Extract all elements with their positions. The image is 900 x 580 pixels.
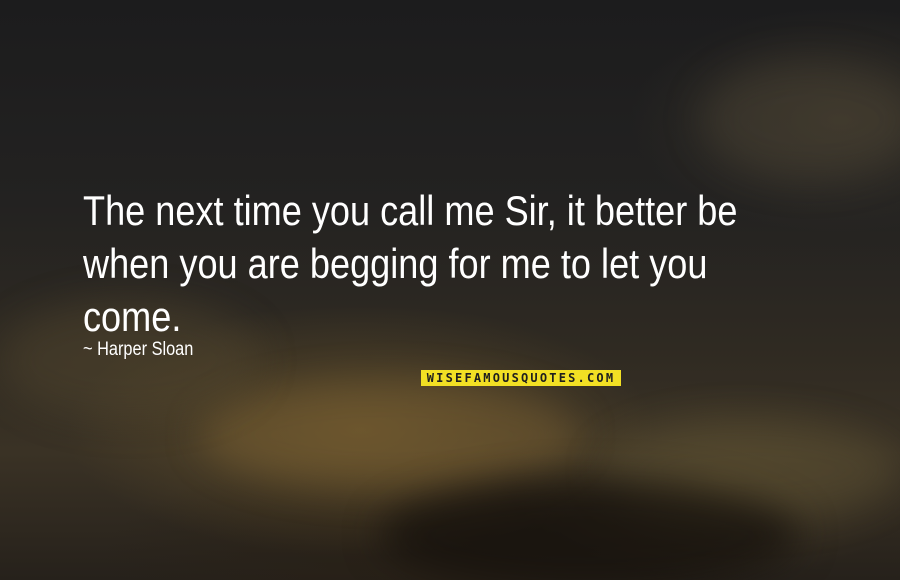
cloud-shape xyxy=(700,60,900,180)
cloud-shape xyxy=(200,380,580,490)
quote-line: The next time you call me Sir, it better… xyxy=(83,187,738,234)
quote-line: when you are begging for me to let you xyxy=(83,240,708,287)
quote-line: come. xyxy=(83,293,182,340)
quote-author: ~ Harper Sloan xyxy=(83,339,194,360)
site-watermark: WISEFAMOUSQUOTES.COM xyxy=(421,370,621,386)
quote-text: The next time you call me Sir, it better… xyxy=(83,184,737,343)
quote-image: The next time you call me Sir, it better… xyxy=(0,0,900,580)
cloud-shape xyxy=(380,480,800,580)
